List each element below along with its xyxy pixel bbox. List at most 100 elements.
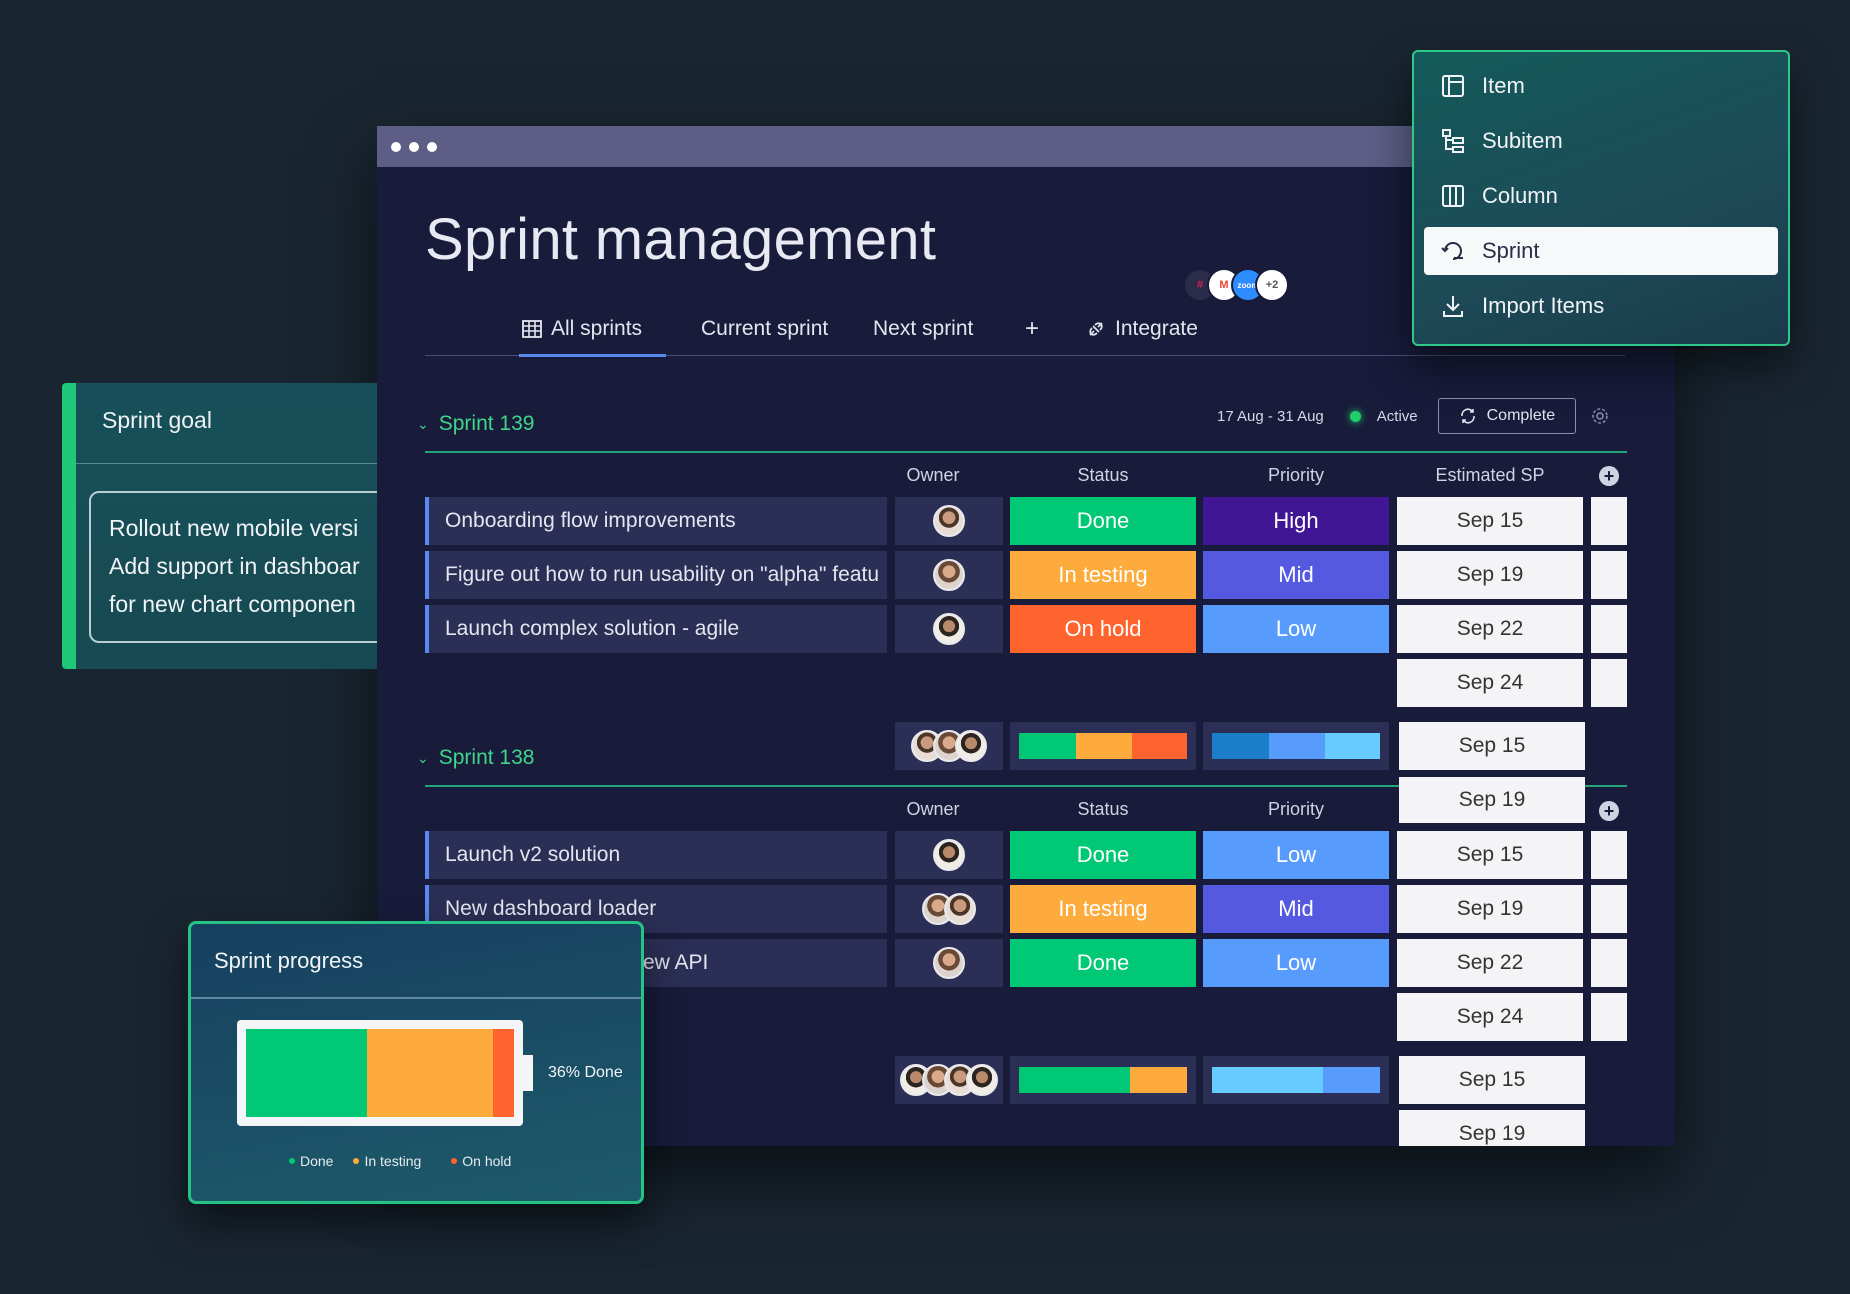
empty-cell[interactable] <box>1591 497 1627 545</box>
avatar <box>944 893 976 925</box>
download-icon <box>1443 296 1463 317</box>
status-dot-icon <box>1349 410 1361 422</box>
progress-legend: Done In testing On hold <box>289 1153 511 1169</box>
priority-cell[interactable]: Low <box>1203 939 1389 987</box>
sprint-138-header[interactable]: ⌄ Sprint 138 <box>417 746 534 770</box>
gear-icon[interactable] <box>1590 406 1610 426</box>
column-header-status[interactable]: Status <box>1010 465 1196 486</box>
table-icon <box>522 319 542 338</box>
avatar <box>933 613 965 645</box>
item-icon <box>1442 75 1464 97</box>
window-dot[interactable] <box>409 141 419 152</box>
sprint-goal-text[interactable]: Rollout new mobile versi Add support in … <box>89 491 377 643</box>
owner-summary[interactable] <box>895 1056 1003 1104</box>
owner-cell[interactable] <box>895 939 1003 987</box>
integration-logos[interactable]: # M zoom +2 <box>1183 268 1289 302</box>
status-cell[interactable]: Done <box>1010 939 1196 987</box>
estimate-cell[interactable]: Sep 24 <box>1397 993 1583 1041</box>
column-header-priority[interactable]: Priority <box>1203 465 1389 486</box>
status-cell[interactable]: In testing <box>1010 885 1196 933</box>
add-view-button[interactable]: + <box>1025 301 1039 356</box>
avatar <box>933 947 965 979</box>
table-row[interactable]: Launch complex solution - agile <box>425 605 887 653</box>
priority-cell[interactable]: Low <box>1203 831 1389 879</box>
empty-cell[interactable] <box>1591 659 1627 707</box>
empty-cell[interactable] <box>1591 885 1627 933</box>
priority-cell[interactable]: Mid <box>1203 885 1389 933</box>
tab-label: Integrate <box>1115 316 1198 340</box>
priority-cell[interactable]: Low <box>1203 605 1389 653</box>
priority-summary[interactable] <box>1203 722 1389 770</box>
status-cell[interactable]: Done <box>1010 497 1196 545</box>
status-cell[interactable]: In testing <box>1010 551 1196 599</box>
estimate-cell[interactable]: Sep 19 <box>1399 777 1585 823</box>
status-cell[interactable]: Done <box>1010 831 1196 879</box>
more-integrations-badge: +2 <box>1255 268 1289 302</box>
menu-item-label: Item <box>1482 73 1525 98</box>
status-cell[interactable]: On hold <box>1010 605 1196 653</box>
sprint-139-header[interactable]: ⌄ Sprint 139 <box>417 412 534 436</box>
estimate-cell[interactable]: Sep 19 <box>1397 551 1583 599</box>
priority-cell[interactable]: Mid <box>1203 551 1389 599</box>
legend-dot-icon <box>451 1158 458 1164</box>
estimate-cell[interactable]: Sep 19 <box>1397 885 1583 933</box>
column-header-owner[interactable]: Owner <box>879 799 987 820</box>
menu-item-sprint[interactable]: Sprint <box>1424 227 1778 275</box>
estimate-cell[interactable]: Sep 15 <box>1399 722 1585 770</box>
integrate-button[interactable]: Integrate <box>1085 301 1198 356</box>
column-header-priority[interactable]: Priority <box>1203 799 1389 820</box>
column-header-estimate[interactable]: Estimated SP <box>1397 465 1583 486</box>
tab-next-sprint[interactable]: Next sprint <box>873 301 973 356</box>
empty-cell[interactable] <box>1591 551 1627 599</box>
add-view-label: + <box>1025 314 1040 342</box>
empty-cell[interactable] <box>1591 993 1627 1041</box>
empty-cell[interactable] <box>1591 831 1627 879</box>
estimate-cell[interactable]: Sep 19 <box>1399 1110 1585 1146</box>
estimate-cell[interactable]: Sep 15 <box>1397 497 1583 545</box>
empty-cell[interactable] <box>1591 939 1627 987</box>
owner-cell[interactable] <box>895 831 1003 879</box>
owner-cell[interactable] <box>895 605 1003 653</box>
estimate-cell[interactable]: Sep 15 <box>1399 1056 1585 1104</box>
status-summary-bar <box>1019 1067 1187 1093</box>
table-row[interactable]: Onboarding flow improvements <box>425 497 887 545</box>
legend-dot-icon <box>353 1158 360 1164</box>
column-header-owner[interactable]: Owner <box>879 465 987 486</box>
add-column-button[interactable]: + <box>1599 466 1619 486</box>
empty-cell[interactable] <box>1591 605 1627 653</box>
estimate-cell[interactable]: Sep 15 <box>1397 831 1583 879</box>
tab-current-sprint[interactable]: Current sprint <box>701 301 828 356</box>
sprint-progress-panel: Sprint progress 36% Done Done In testing… <box>188 921 644 1204</box>
add-column-button[interactable]: + <box>1599 801 1619 821</box>
item-name: Onboarding flow improvements <box>445 509 736 532</box>
menu-item-label: Sprint <box>1482 238 1540 263</box>
menu-item-import[interactable]: Import Items <box>1424 282 1778 330</box>
progress-segment <box>246 1029 367 1117</box>
priority-cell[interactable]: High <box>1203 497 1389 545</box>
window-dot[interactable] <box>427 141 437 152</box>
menu-item-subitem[interactable]: Subitem <box>1424 117 1778 165</box>
menu-item-column[interactable]: Column <box>1424 172 1778 220</box>
avatar <box>966 1064 998 1096</box>
window-dot[interactable] <box>391 141 401 152</box>
complete-label: Complete <box>1486 407 1556 424</box>
tab-all-sprints[interactable]: All sprints <box>518 301 667 357</box>
tab-label: Current sprint <box>701 316 829 340</box>
column-header-status[interactable]: Status <box>1010 799 1196 820</box>
table-row[interactable]: Figure out how to run usability on "alph… <box>425 551 887 599</box>
complete-button[interactable]: Complete <box>1437 398 1577 434</box>
item-name: Figure out how to run usability on "alph… <box>445 563 880 586</box>
progress-segment <box>492 1029 514 1117</box>
owner-cell[interactable] <box>895 497 1003 545</box>
status-summary[interactable] <box>1010 722 1196 770</box>
owner-summary[interactable] <box>895 722 1003 770</box>
owner-cell[interactable] <box>895 551 1003 599</box>
priority-summary[interactable] <box>1203 1056 1389 1104</box>
status-summary[interactable] <box>1010 1056 1196 1104</box>
estimate-cell[interactable]: Sep 22 <box>1397 605 1583 653</box>
menu-item-item[interactable]: Item <box>1424 62 1778 110</box>
owner-cell[interactable] <box>895 885 1003 933</box>
table-row[interactable]: Launch v2 solution <box>425 831 887 879</box>
estimate-cell[interactable]: Sep 22 <box>1397 939 1583 987</box>
estimate-cell[interactable]: Sep 24 <box>1397 659 1583 707</box>
